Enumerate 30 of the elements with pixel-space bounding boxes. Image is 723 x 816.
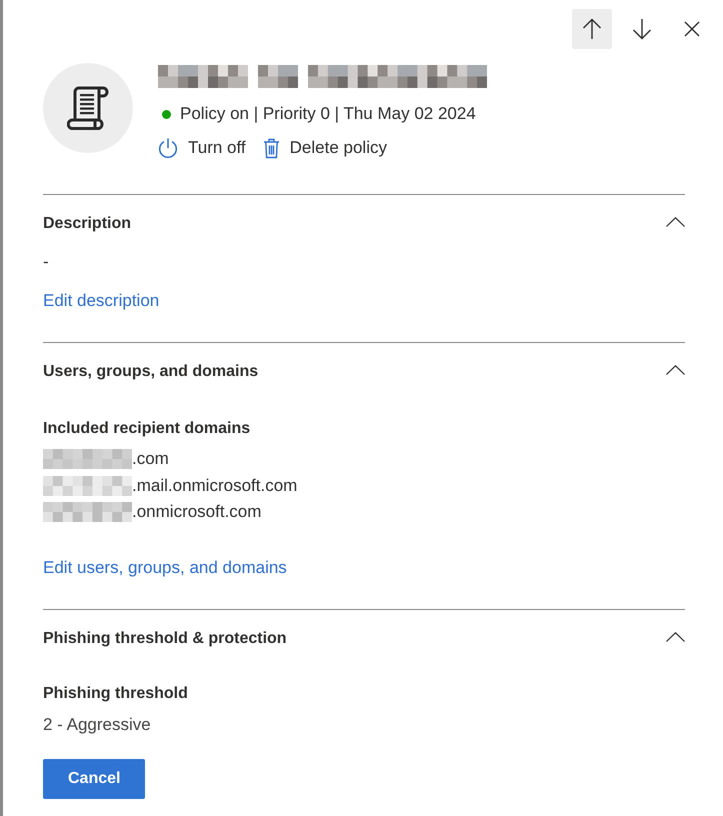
close-icon (684, 21, 700, 37)
collapse-button[interactable] (666, 632, 685, 642)
description-text: - (43, 251, 49, 273)
turn-off-button[interactable]: Turn off (158, 135, 246, 161)
setting-label: Phishing threshold (43, 684, 188, 704)
arrow-down-icon (632, 18, 652, 40)
arrow-up-icon (582, 18, 602, 40)
cancel-button[interactable]: Cancel (43, 758, 146, 798)
domain-text: .com (132, 448, 169, 470)
chevron-up-icon (666, 632, 685, 642)
domain-text: .onmicrosoft.com (132, 501, 262, 524)
chevron-up-icon (666, 365, 685, 375)
domain-text: .mail.onmicrosoft.com (132, 474, 298, 497)
status-text: Policy on | Priority 0 | Thu May 02 2024 (180, 103, 476, 125)
section-title: Users, groups, and domains (43, 362, 258, 382)
setting-value: 2 - Aggressive (43, 714, 151, 736)
edit-description-link[interactable]: Edit description (43, 289, 160, 313)
subsection-heading: Included recipient domains (43, 419, 250, 439)
chevron-up-icon (666, 217, 685, 227)
scroll-icon (67, 86, 109, 130)
section-title: Phishing threshold & protection (43, 628, 287, 648)
trash-icon (262, 138, 280, 158)
edit-users-link[interactable]: Edit users, groups, and domains (43, 556, 287, 580)
collapse-button[interactable] (666, 217, 685, 227)
move-up-button[interactable] (572, 9, 612, 49)
section-title: Description (43, 214, 132, 234)
redacted-title-mosaic (258, 65, 298, 88)
power-icon (158, 138, 178, 158)
delete-policy-button[interactable]: Delete policy (262, 135, 387, 161)
collapse-button[interactable] (666, 365, 685, 375)
